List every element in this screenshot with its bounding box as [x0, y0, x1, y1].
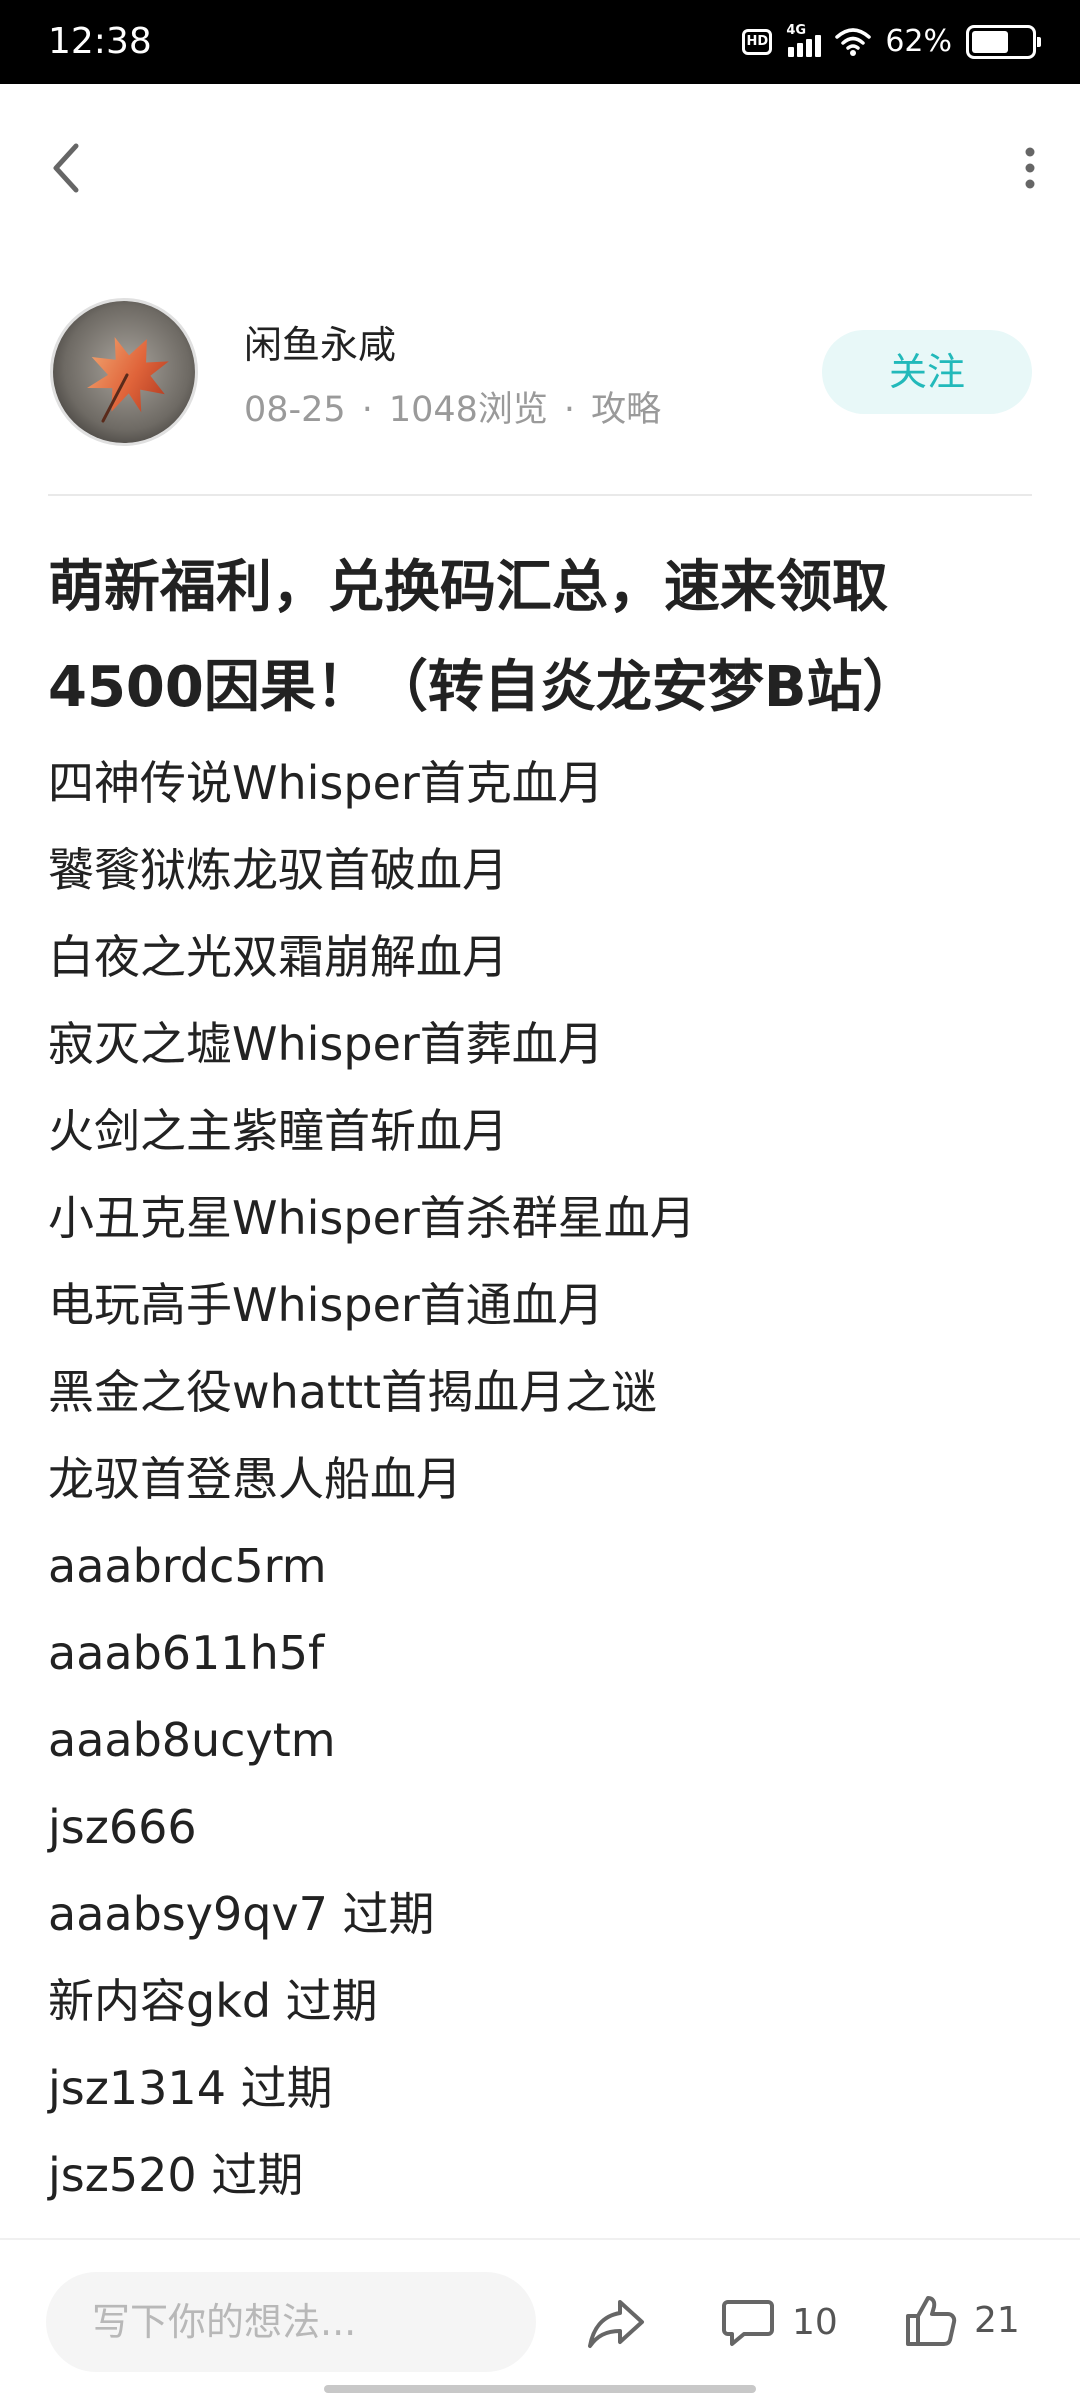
content-line: aaabrdc5rm: [48, 1539, 327, 1593]
maple-leaf-avatar-image: [53, 301, 195, 443]
content-line: aaabsy9qv7 过期: [48, 1887, 435, 1941]
content-line: 火剑之主紫瞳首斩血月: [48, 1104, 508, 1158]
content-line: 小丑克星Whisper首杀群星血月: [48, 1191, 696, 1245]
share-button[interactable]: [584, 2290, 648, 2354]
meta-separator: ·: [361, 390, 373, 430]
view-count: 1048浏览: [388, 390, 548, 430]
content-line: 新内容gkd 过期: [48, 1974, 378, 2028]
post-date: 08-25: [244, 390, 346, 430]
content-line: 龙驭首登愚人船血月: [48, 1452, 462, 1506]
home-indicator[interactable]: [324, 2385, 756, 2393]
comment-count: 10: [792, 2301, 838, 2343]
wifi-icon: [835, 28, 872, 56]
back-button[interactable]: [40, 132, 92, 204]
post-content: 四神传说Whisper首克血月 饕餮狱炼龙驭首破血月 白夜之光双霜崩解血月 寂灭…: [48, 740, 1038, 2219]
chevron-left-icon: [53, 143, 79, 193]
post-title: 萌新福利，兑换码汇总，速来领取4500因果！（转自炎龙安梦B站）: [48, 555, 919, 720]
comment-button[interactable]: 10: [720, 2288, 838, 2356]
content-line: 饕餮狱炼龙驭首破血月: [48, 843, 508, 897]
content-line: 寂灭之墟Whisper首葬血月: [48, 1017, 604, 1071]
share-icon: [588, 2300, 644, 2348]
like-count: 21: [974, 2299, 1020, 2341]
bottom-bar-divider: [0, 2238, 1080, 2240]
author-name[interactable]: 闲鱼永咸: [244, 318, 396, 372]
cellular-signal-icon: 4G: [786, 23, 822, 57]
status-time: 12:38: [48, 21, 152, 62]
more-options-button[interactable]: [1004, 132, 1056, 204]
content-line: jsz520 过期: [48, 2148, 304, 2202]
battery-icon: [966, 25, 1041, 59]
network-type-label: 4G: [786, 23, 807, 38]
content-line: 电玩高手Whisper首通血月: [48, 1278, 604, 1332]
hd-icon: HD: [742, 29, 773, 55]
comment-icon: [722, 2300, 774, 2346]
post-category[interactable]: 攻略: [591, 386, 661, 434]
like-button[interactable]: 21: [902, 2286, 1020, 2354]
meta-separator: ·: [563, 390, 576, 430]
status-icons: HD 4G 62%: [742, 22, 1041, 62]
avatar[interactable]: [50, 298, 198, 446]
thumbs-up-icon: [906, 2296, 957, 2346]
content-line: jsz1314 过期: [48, 2061, 333, 2115]
content-line: jsz666: [48, 1800, 197, 1854]
follow-button[interactable]: 关注: [822, 330, 1032, 414]
more-vertical-icon: [1025, 147, 1035, 189]
content-line: 四神传说Whisper首克血月: [48, 756, 604, 810]
comment-input[interactable]: 写下你的想法...: [46, 2272, 536, 2372]
content-line: aaab611h5f: [48, 1626, 325, 1680]
content-line: 白夜之光双霜崩解血月: [48, 930, 508, 984]
post-meta: 08-25 · 1048浏览 · 攻略: [244, 386, 661, 434]
status-bar: 12:38 HD 4G 62%: [0, 0, 1080, 84]
divider: [48, 494, 1032, 496]
content-line: 黑金之役whattt首揭血月之谜: [48, 1365, 658, 1419]
battery-percent: 62%: [885, 24, 952, 59]
content-line: aaab8ucytm: [48, 1713, 336, 1767]
battery-level-fill: [972, 31, 1008, 53]
